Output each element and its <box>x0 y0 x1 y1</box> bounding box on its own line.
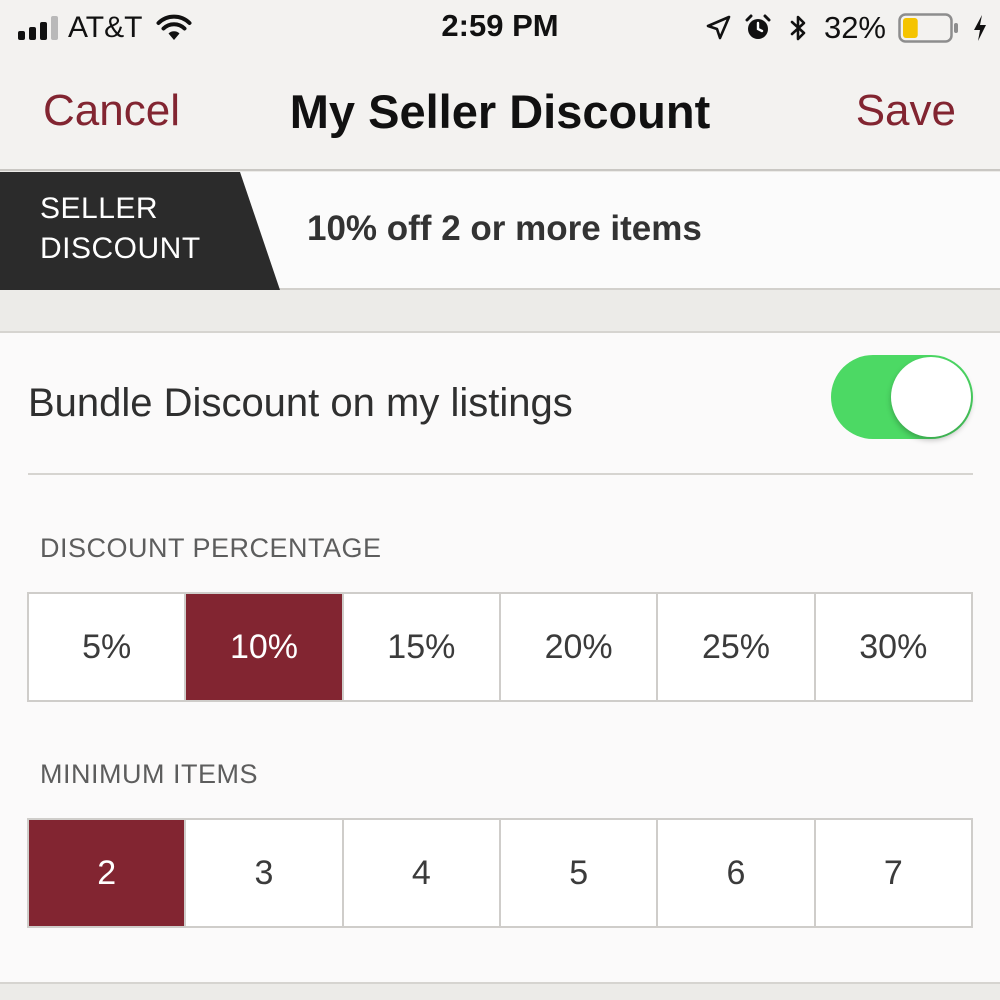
carrier-label: AT&T <box>68 11 143 44</box>
status-right: 32% <box>704 10 988 46</box>
discount-option[interactable]: 20% <box>498 594 656 700</box>
save-button[interactable]: Save <box>856 86 956 136</box>
status-left: AT&T <box>18 10 192 46</box>
discount-option[interactable]: 15% <box>341 594 499 700</box>
signal-icon <box>18 16 58 40</box>
seller-discount-tag-label: SELLER DISCOUNT <box>40 189 201 269</box>
discount-percentage-label: DISCOUNT PERCENTAGE <box>40 533 382 563</box>
discount-option[interactable]: 5% <box>29 594 184 700</box>
battery-icon <box>898 13 958 43</box>
seller-discount-banner: SELLER DISCOUNT 10% off 2 or more items <box>0 172 1000 290</box>
bundle-discount-label: Bundle Discount on my listings <box>28 381 573 425</box>
discount-option[interactable]: 30% <box>813 594 971 700</box>
discount-option[interactable]: 25% <box>656 594 813 700</box>
alarm-icon <box>745 14 771 39</box>
minimum-items-option[interactable]: 3 <box>184 820 341 926</box>
wifi-icon <box>156 14 192 40</box>
navigation-bar: Cancel My Seller Discount Save <box>0 56 1000 171</box>
tag-line-1: SELLER <box>40 192 159 225</box>
toggle-knob <box>891 357 971 437</box>
bluetooth-icon <box>790 15 806 41</box>
minimum-items-selector: 2 3 4 5 6 7 <box>27 818 973 928</box>
battery-percent: 32% <box>823 10 886 45</box>
status-bar: AT&T 2:59 PM 32% <box>0 0 1000 56</box>
minimum-items-option[interactable]: 5 <box>498 820 656 926</box>
discount-settings-card: Bundle Discount on my listings DISCOUNT … <box>0 331 1000 984</box>
bundle-discount-toggle[interactable] <box>831 355 973 439</box>
location-arrow-icon <box>706 15 731 40</box>
minimum-items-label: MINIMUM ITEMS <box>40 759 258 789</box>
minimum-items-option[interactable]: 2 <box>29 820 185 926</box>
minimum-items-option[interactable]: 6 <box>656 820 813 926</box>
minimum-items-option[interactable]: 7 <box>813 820 971 926</box>
discount-summary: 10% off 2 or more items <box>307 209 702 248</box>
charging-icon <box>974 15 986 41</box>
discount-percentage-selector: 5% 10% 15% 20% 25% 30% <box>27 592 973 702</box>
tag-line-2: DISCOUNT <box>40 232 201 265</box>
divider <box>28 473 973 475</box>
cancel-button[interactable]: Cancel <box>43 86 180 136</box>
discount-option[interactable]: 10% <box>184 594 342 700</box>
minimum-items-option[interactable]: 4 <box>341 820 499 926</box>
